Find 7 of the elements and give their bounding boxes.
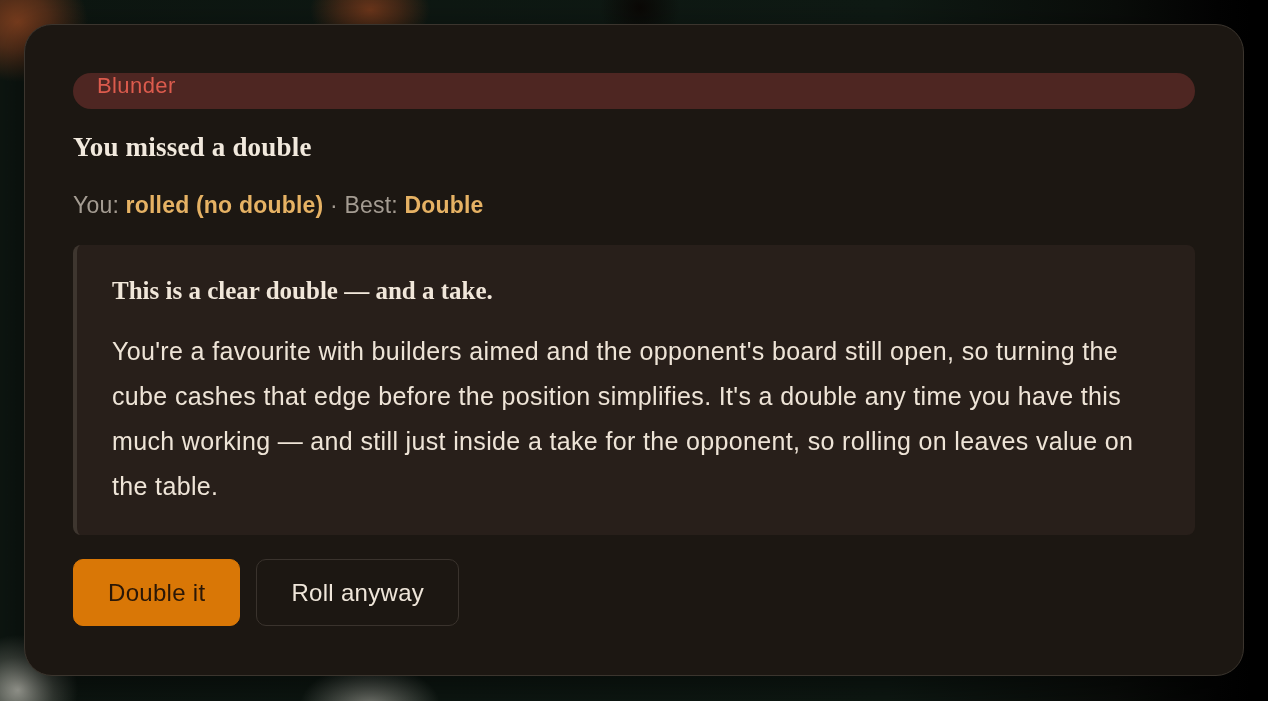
severity-badge: Blunder: [73, 73, 1195, 109]
action-button[interactable]: Double it: [73, 559, 241, 626]
card-title: You missed a double: [73, 131, 313, 164]
action-button[interactable]: Roll anyway: [256, 559, 460, 626]
move-comparison-text: You: rolled (no double) · Best: Double: [73, 191, 485, 220]
explanation-text: You're a favourite with builders aimed and the opponent's board still open, so turning the cube cashes that edge before the position simplifies. It's a double any time you have this much working — and still just inside a take for the opponent, so rolling on leaves value on the table.: [112, 336, 1135, 502]
explanation-heading: This is a clear double — and a take.: [112, 276, 494, 306]
